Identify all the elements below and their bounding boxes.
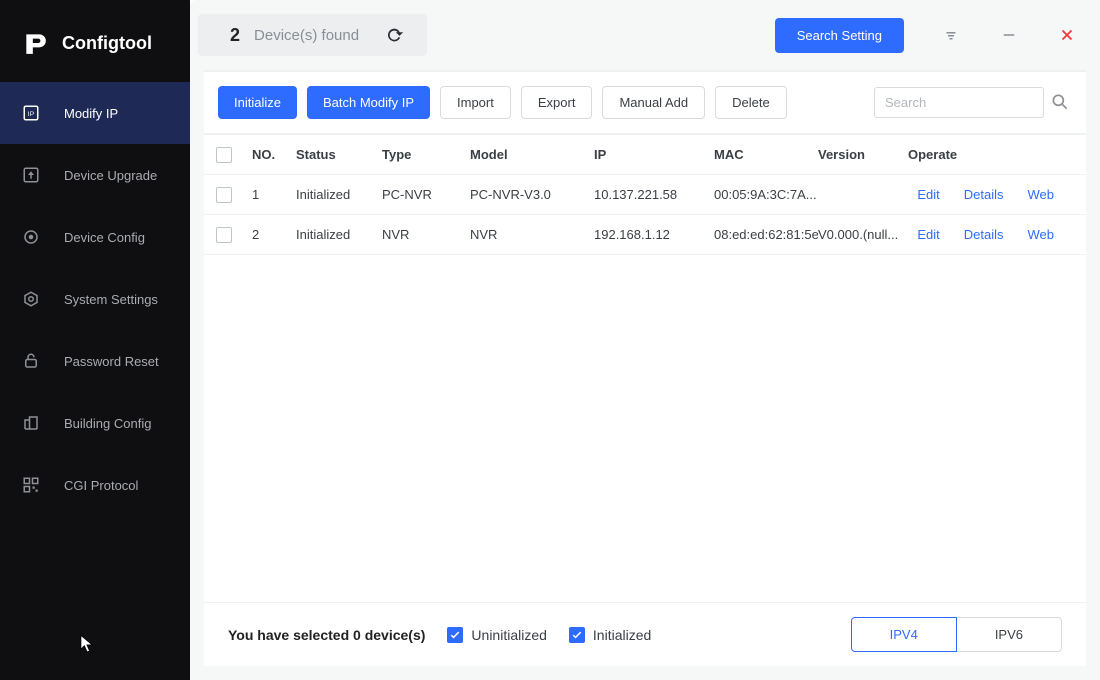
cell-mac: 08:ed:ed:62:81:5e bbox=[714, 227, 818, 242]
cell-ip: 192.168.1.12 bbox=[594, 227, 714, 242]
cell-version: V0.000.(null... bbox=[818, 227, 908, 242]
sidebar-item-modify-ip[interactable]: IP Modify IP bbox=[0, 82, 190, 144]
col-header-version: Version bbox=[818, 147, 908, 162]
sidebar-item-password-reset[interactable]: Password Reset bbox=[0, 330, 190, 392]
col-header-no: NO. bbox=[252, 147, 296, 162]
export-button[interactable]: Export bbox=[521, 86, 593, 119]
ipv4-button[interactable]: IPV4 bbox=[851, 617, 957, 652]
sidebar-item-label: System Settings bbox=[64, 292, 158, 307]
up-arrow-icon bbox=[22, 166, 40, 184]
sidebar-item-label: Device Config bbox=[64, 230, 145, 245]
brand: Configtool bbox=[0, 0, 190, 82]
ip-square-icon: IP bbox=[22, 104, 40, 122]
edit-link[interactable]: Edit bbox=[917, 227, 939, 242]
web-link[interactable]: Web bbox=[1028, 187, 1055, 202]
sidebar-item-cgi-protocol[interactable]: CGI Protocol bbox=[0, 454, 190, 516]
uninitialized-checkbox[interactable] bbox=[447, 627, 463, 643]
ipv6-button[interactable]: IPV6 bbox=[957, 617, 1062, 652]
cell-type: NVR bbox=[382, 227, 470, 242]
web-link[interactable]: Web bbox=[1028, 227, 1055, 242]
topbar: 2 Device(s) found Search Setting bbox=[190, 0, 1100, 70]
filter-initialized[interactable]: Initialized bbox=[569, 627, 651, 643]
search-wrap bbox=[874, 87, 1072, 118]
sidebar-item-device-config[interactable]: Device Config bbox=[0, 206, 190, 268]
cell-mac: 00:05:9A:3C:7A... bbox=[714, 187, 818, 202]
minimize-icon[interactable] bbox=[998, 24, 1020, 46]
lock-icon bbox=[22, 352, 40, 370]
details-link[interactable]: Details bbox=[964, 187, 1004, 202]
col-header-ip: IP bbox=[594, 147, 714, 162]
gear-hex-icon bbox=[22, 290, 40, 308]
devices-found-label: Device(s) found bbox=[254, 27, 359, 44]
sidebar-item-device-upgrade[interactable]: Device Upgrade bbox=[0, 144, 190, 206]
row-checkbox[interactable] bbox=[216, 227, 232, 243]
table-header-row: NO. Status Type Model IP MAC Version Ope… bbox=[204, 135, 1086, 175]
cell-model: NVR bbox=[470, 227, 594, 242]
brand-logo-icon bbox=[22, 30, 48, 56]
search-input[interactable] bbox=[874, 87, 1044, 118]
cell-type: PC-NVR bbox=[382, 187, 470, 202]
col-header-mac: MAC bbox=[714, 147, 818, 162]
delete-button[interactable]: Delete bbox=[715, 86, 787, 119]
sidebar-item-label: Password Reset bbox=[64, 354, 159, 369]
close-icon[interactable] bbox=[1056, 24, 1078, 46]
filter-uninitialized[interactable]: Uninitialized bbox=[447, 627, 546, 643]
uninitialized-label: Uninitialized bbox=[471, 627, 546, 643]
refresh-icon[interactable] bbox=[383, 24, 405, 46]
selected-suffix: device(s) bbox=[365, 627, 426, 643]
col-header-type: Type bbox=[382, 147, 470, 162]
brand-title: Configtool bbox=[62, 33, 152, 54]
batch-modify-ip-button[interactable]: Batch Modify IP bbox=[307, 86, 430, 119]
cell-model: PC-NVR-V3.0 bbox=[470, 187, 594, 202]
sidebar-item-system-settings[interactable]: System Settings bbox=[0, 268, 190, 330]
selected-text: You have selected 0 device(s) bbox=[228, 627, 425, 643]
sidebar-item-label: Device Upgrade bbox=[64, 168, 157, 183]
table-row: 1 Initialized PC-NVR PC-NVR-V3.0 10.137.… bbox=[204, 175, 1086, 215]
selected-count: 0 bbox=[353, 627, 361, 643]
manual-add-button[interactable]: Manual Add bbox=[602, 86, 705, 119]
col-header-status: Status bbox=[296, 147, 382, 162]
select-all-checkbox[interactable] bbox=[216, 147, 232, 163]
toolbar: Initialize Batch Modify IP Import Export… bbox=[204, 72, 1086, 135]
cell-no: 1 bbox=[252, 187, 296, 202]
content-panel: Initialize Batch Modify IP Import Export… bbox=[204, 70, 1086, 666]
sidebar-item-building-config[interactable]: Building Config bbox=[0, 392, 190, 454]
search-setting-button[interactable]: Search Setting bbox=[775, 18, 904, 53]
cell-status: Initialized bbox=[296, 227, 382, 242]
import-button[interactable]: Import bbox=[440, 86, 511, 119]
sidebar: Configtool IP Modify IP Device Upgrade D… bbox=[0, 0, 190, 680]
initialize-button[interactable]: Initialize bbox=[218, 86, 297, 119]
svg-text:IP: IP bbox=[28, 111, 35, 118]
footer: You have selected 0 device(s) Uninitiali… bbox=[204, 602, 1086, 666]
device-table: NO. Status Type Model IP MAC Version Ope… bbox=[204, 135, 1086, 602]
building-icon bbox=[22, 414, 40, 432]
collapse-icon[interactable] bbox=[940, 24, 962, 46]
details-link[interactable]: Details bbox=[964, 227, 1004, 242]
edit-link[interactable]: Edit bbox=[917, 187, 939, 202]
devices-found-count: 2 bbox=[230, 25, 240, 46]
cell-status: Initialized bbox=[296, 187, 382, 202]
sidebar-nav: IP Modify IP Device Upgrade Device Confi… bbox=[0, 82, 190, 516]
col-header-model: Model bbox=[470, 147, 594, 162]
sidebar-item-label: CGI Protocol bbox=[64, 478, 138, 493]
sidebar-item-label: Building Config bbox=[64, 416, 151, 431]
selected-prefix: You have selected bbox=[228, 627, 349, 643]
initialized-checkbox[interactable] bbox=[569, 627, 585, 643]
main: 2 Device(s) found Search Setting Initial… bbox=[190, 0, 1100, 680]
cell-no: 2 bbox=[252, 227, 296, 242]
col-header-operate: Operate bbox=[908, 147, 1074, 162]
target-icon bbox=[22, 228, 40, 246]
table-row: 2 Initialized NVR NVR 192.168.1.12 08:ed… bbox=[204, 215, 1086, 255]
sidebar-item-label: Modify IP bbox=[64, 106, 118, 121]
row-checkbox[interactable] bbox=[216, 187, 232, 203]
cell-ip: 10.137.221.58 bbox=[594, 187, 714, 202]
search-icon[interactable] bbox=[1050, 92, 1072, 114]
devices-found-chip: 2 Device(s) found bbox=[198, 14, 427, 56]
ip-version-toggle: IPV4 IPV6 bbox=[851, 617, 1062, 652]
qr-icon bbox=[22, 476, 40, 494]
initialized-label: Initialized bbox=[593, 627, 651, 643]
